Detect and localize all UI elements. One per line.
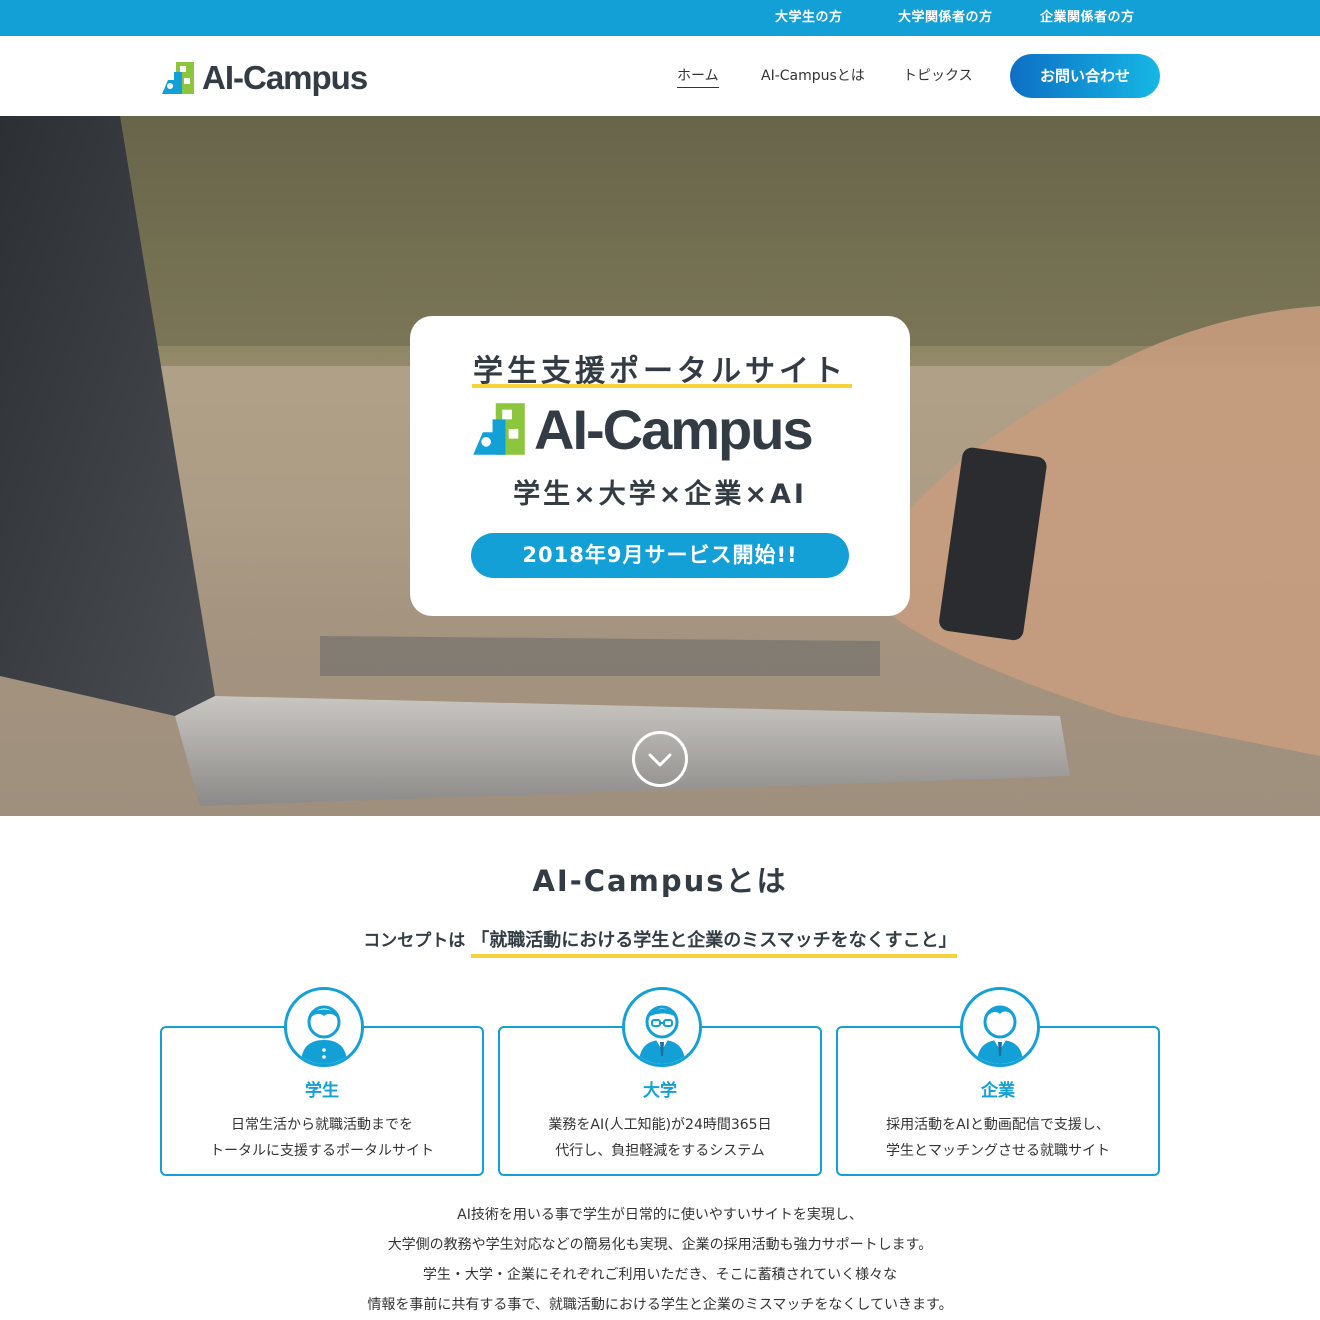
card-desc-line: 代行し、負担軽減をするシステム <box>555 1143 765 1159</box>
card-desc-line: 採用活動をAIと動画配信で支援し、 <box>886 1117 1110 1133</box>
hero-card: 学生支援ポータルサイト AI-Campus 学生×大学×企業×AI 2018年9… <box>410 316 910 616</box>
card-desc-line: 日常生活から就職活動までを <box>231 1117 413 1133</box>
company-avatar-icon <box>960 987 1040 1067</box>
site-logo[interactable]: AI-Campus <box>160 59 368 96</box>
hero-logo: AI-Campus <box>470 397 814 461</box>
student-avatar-icon <box>284 987 364 1067</box>
summary-line: 情報を事前に共有する事で、就職活動における学生と企業のミスマッチをなくしていきま… <box>367 1297 953 1313</box>
concept-line: コンセプトは 「就職活動における学生と企業のミスマッチをなくすこと」 <box>0 926 1320 958</box>
nav-home[interactable]: ホーム <box>677 64 719 88</box>
card-description: 業務をAI(人工知能)が24時間365日 代行し、負担軽減をするシステム <box>500 1112 820 1164</box>
contact-button[interactable]: お問い合わせ <box>1010 54 1160 98</box>
card-title: 企業 <box>981 1081 1015 1101</box>
concept-prefix: コンセプトは <box>363 931 466 951</box>
top-utility-bar: 大学生の方 大学関係者の方 企業関係者の方 <box>0 0 1320 36</box>
launch-badge: 2018年9月サービス開始!! <box>471 533 849 578</box>
hero-subtitle-underline <box>472 384 852 388</box>
about-section-title: AI-Campusとは <box>532 864 788 898</box>
nav-topics[interactable]: トピックス <box>903 64 973 88</box>
card-desc-line: 学生とマッチングさせる就職サイト <box>886 1143 1110 1159</box>
card-desc-line: トータルに支援するポータルサイト <box>210 1143 434 1159</box>
card-students: 学生 日常生活から就職活動までを トータルに支援するポータルサイト <box>160 987 484 1176</box>
scroll-down-button[interactable] <box>632 731 688 787</box>
hero-banner: 学生支援ポータルサイト AI-Campus 学生×大学×企業×AI 2018年9… <box>0 116 1320 816</box>
hero-logo-text: AI-Campus <box>534 397 814 461</box>
logo-mark-icon <box>162 62 194 94</box>
logo-text: AI-Campus <box>202 59 368 96</box>
card-desc-line: 業務をAI(人工知能)が24時間365日 <box>548 1117 772 1133</box>
logo-mark-icon <box>473 403 525 455</box>
hero-tagline: 学生×大学×企業×AI <box>513 479 807 510</box>
site-header: AI-Campus ホーム AI-Campusとは トピックス お問い合わせ <box>0 36 1320 116</box>
card-university: 大学 業務をAI(人工知能)が24時間365日 代行し、負担軽減をするシステム <box>498 987 822 1176</box>
about-summary: AI技術を用いる事で学生が日常的に使いやすいサイトを実現し、 大学側の教務や学生… <box>0 1200 1320 1320</box>
chevron-down-icon <box>648 753 672 767</box>
summary-line: 学生・大学・企業にそれぞれご利用いただき、そこに蓄積されていく様々な <box>422 1267 898 1283</box>
nav-about[interactable]: AI-Campusとは <box>761 64 865 88</box>
link-students[interactable]: 大学生の方 <box>775 0 843 36</box>
card-title: 学生 <box>305 1081 339 1101</box>
university-avatar-icon <box>622 987 702 1067</box>
link-university-staff[interactable]: 大学関係者の方 <box>898 0 993 36</box>
link-companies[interactable]: 企業関係者の方 <box>1040 0 1135 36</box>
card-title: 大学 <box>643 1081 677 1101</box>
card-description: 日常生活から就職活動までを トータルに支援するポータルサイト <box>162 1112 482 1164</box>
summary-line: 大学側の教務や学生対応などの簡易化も実現、企業の採用活動も強力サポートします。 <box>387 1237 933 1253</box>
concept-highlight: 「就職活動における学生と企業のミスマッチをなくすこと」 <box>471 926 957 958</box>
summary-line: AI技術を用いる事で学生が日常的に使いやすいサイトを実現し、 <box>457 1207 863 1223</box>
card-company: 企業 採用活動をAIと動画配信で支援し、 学生とマッチングさせる就職サイト <box>836 987 1160 1176</box>
card-description: 採用活動をAIと動画配信で支援し、 学生とマッチングさせる就職サイト <box>838 1112 1158 1164</box>
